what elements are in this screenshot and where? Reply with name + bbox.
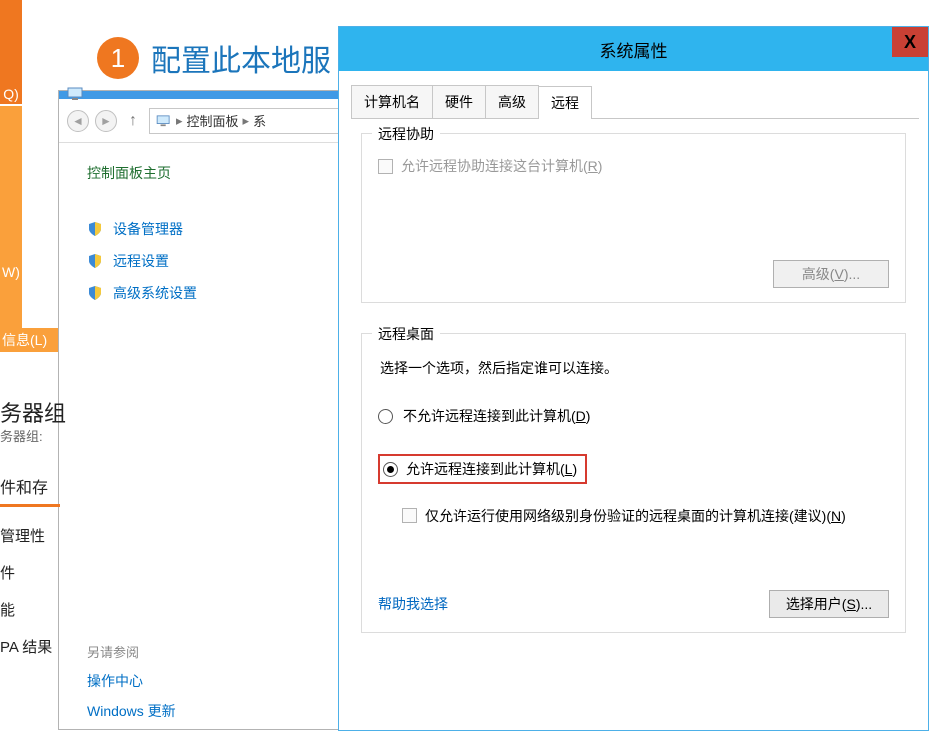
highlight-box: 允许远程连接到此计算机(L) xyxy=(378,454,587,484)
link-device-manager[interactable]: 设备管理器 xyxy=(87,219,347,239)
step-number-badge: 1 xyxy=(97,37,139,79)
link-remote-settings-label: 远程设置 xyxy=(113,251,169,271)
fragment-server-group-sub: 务器组: xyxy=(0,426,43,445)
link-action-center[interactable]: 操作中心 xyxy=(87,671,176,691)
strip-label-info: 信息(L) xyxy=(0,328,60,352)
remote-desktop-desc: 选择一个选项，然后指定谁可以连接。 xyxy=(380,358,889,378)
radio-allow-label: 允许远程连接到此计算机(L) xyxy=(406,459,577,479)
nla-only-checkbox[interactable]: 仅允许运行使用网络级别身份验证的远程桌面的计算机连接(建议)(N) xyxy=(402,506,889,526)
breadcrumb-root[interactable]: 控制面板 xyxy=(187,111,239,130)
see-also-title: 另请参阅 xyxy=(87,642,176,661)
explorer-navbar: ◄ ► ↑ ▸ 控制面板 ▸ 系 xyxy=(59,99,347,143)
strip-label-q: Q) xyxy=(0,86,22,102)
strip-label-w: W) xyxy=(0,264,22,280)
remote-assistance-group: 远程协助 允许远程协助连接这台计算机(R) 高级(V)... xyxy=(361,133,906,303)
see-also: 另请参阅 操作中心 Windows 更新 xyxy=(87,642,176,721)
link-remote-settings[interactable]: 远程设置 xyxy=(87,251,347,271)
fragment-server-group-title: 务器组 xyxy=(0,396,66,428)
help-me-choose-link[interactable]: 帮助我选择 xyxy=(378,594,448,614)
link-windows-update[interactable]: Windows 更新 xyxy=(87,701,176,721)
control-panel-home[interactable]: 控制面板主页 xyxy=(87,163,347,183)
fragment-section: 件和存 管理性 件 能 PA 结果 xyxy=(0,474,60,657)
nav-back-button[interactable]: ◄ xyxy=(67,110,89,132)
tab-remote[interactable]: 远程 xyxy=(538,86,592,119)
fragment-item: 能 xyxy=(0,599,60,620)
remote-assistance-legend: 远程协助 xyxy=(372,124,440,144)
fragment-section-title: 件和存 xyxy=(0,474,60,507)
fragment-item: PA 结果 xyxy=(0,636,60,657)
link-advanced-system-label: 高级系统设置 xyxy=(113,283,197,303)
fragment-item: 管理性 xyxy=(0,525,60,546)
explorer-titlebar[interactable] xyxy=(59,91,347,99)
control-panel-window: ◄ ► ↑ ▸ 控制面板 ▸ 系 控制面板主页 设备管理器 远程设置 xyxy=(58,90,348,730)
nav-forward-button[interactable]: ► xyxy=(95,110,117,132)
page-title: 配置此本地服 xyxy=(151,36,331,80)
tab-computer-name[interactable]: 计算机名 xyxy=(351,85,433,118)
tab-advanced[interactable]: 高级 xyxy=(485,85,539,118)
remote-desktop-legend: 远程桌面 xyxy=(372,324,440,344)
allow-remote-assistance-label: 允许远程协助连接这台计算机(R) xyxy=(401,156,602,176)
breadcrumb[interactable]: ▸ 控制面板 ▸ 系 xyxy=(149,108,339,134)
system-properties-dialog: 系统属性 X 计算机名 硬件 高级 远程 远程协助 允许远程协助连接这台计算机(… xyxy=(338,26,929,731)
computer-icon xyxy=(156,115,172,127)
left-orange-strip: Q) W) xyxy=(0,0,24,352)
breadcrumb-tail: 系 xyxy=(253,111,266,130)
dialog-titlebar[interactable]: 系统属性 X xyxy=(339,27,928,71)
select-users-button[interactable]: 选择用户(S)... xyxy=(769,590,889,618)
close-button[interactable]: X xyxy=(892,27,928,57)
allow-remote-assistance-checkbox[interactable]: 允许远程协助连接这台计算机(R) xyxy=(378,156,889,176)
breadcrumb-sep: ▸ xyxy=(243,113,250,129)
remote-desktop-group: 远程桌面 选择一个选项，然后指定谁可以连接。 不允许远程连接到此计算机(D) 允… xyxy=(361,333,906,633)
radio-disallow-label: 不允许远程连接到此计算机(D) xyxy=(403,406,590,426)
checkbox-icon xyxy=(378,159,393,174)
remote-assistance-advanced-button: 高级(V)... xyxy=(773,260,889,288)
close-icon: X xyxy=(904,32,916,53)
link-advanced-system[interactable]: 高级系统设置 xyxy=(87,283,347,303)
shield-icon xyxy=(87,253,103,269)
radio-disallow-remote[interactable]: 不允许远程连接到此计算机(D) xyxy=(378,406,889,426)
shield-icon xyxy=(87,285,103,301)
dialog-title: 系统属性 xyxy=(600,37,668,62)
tab-hardware[interactable]: 硬件 xyxy=(432,85,486,118)
fragment-item: 件 xyxy=(0,562,60,583)
shield-icon xyxy=(87,221,103,237)
page-header: 1 配置此本地服 xyxy=(97,36,331,80)
nla-only-label: 仅允许运行使用网络级别身份验证的远程桌面的计算机连接(建议)(N) xyxy=(425,506,846,526)
nav-up-button[interactable]: ↑ xyxy=(123,112,143,130)
dialog-tabs: 计算机名 硬件 高级 远程 xyxy=(351,85,919,119)
breadcrumb-sep: ▸ xyxy=(176,113,183,129)
checkbox-icon xyxy=(402,508,417,523)
computer-icon xyxy=(67,87,85,101)
radio-allow-remote[interactable]: 允许远程连接到此计算机(L) xyxy=(383,459,577,479)
radio-icon xyxy=(378,409,393,424)
link-device-manager-label: 设备管理器 xyxy=(113,219,183,239)
radio-icon xyxy=(383,462,398,477)
